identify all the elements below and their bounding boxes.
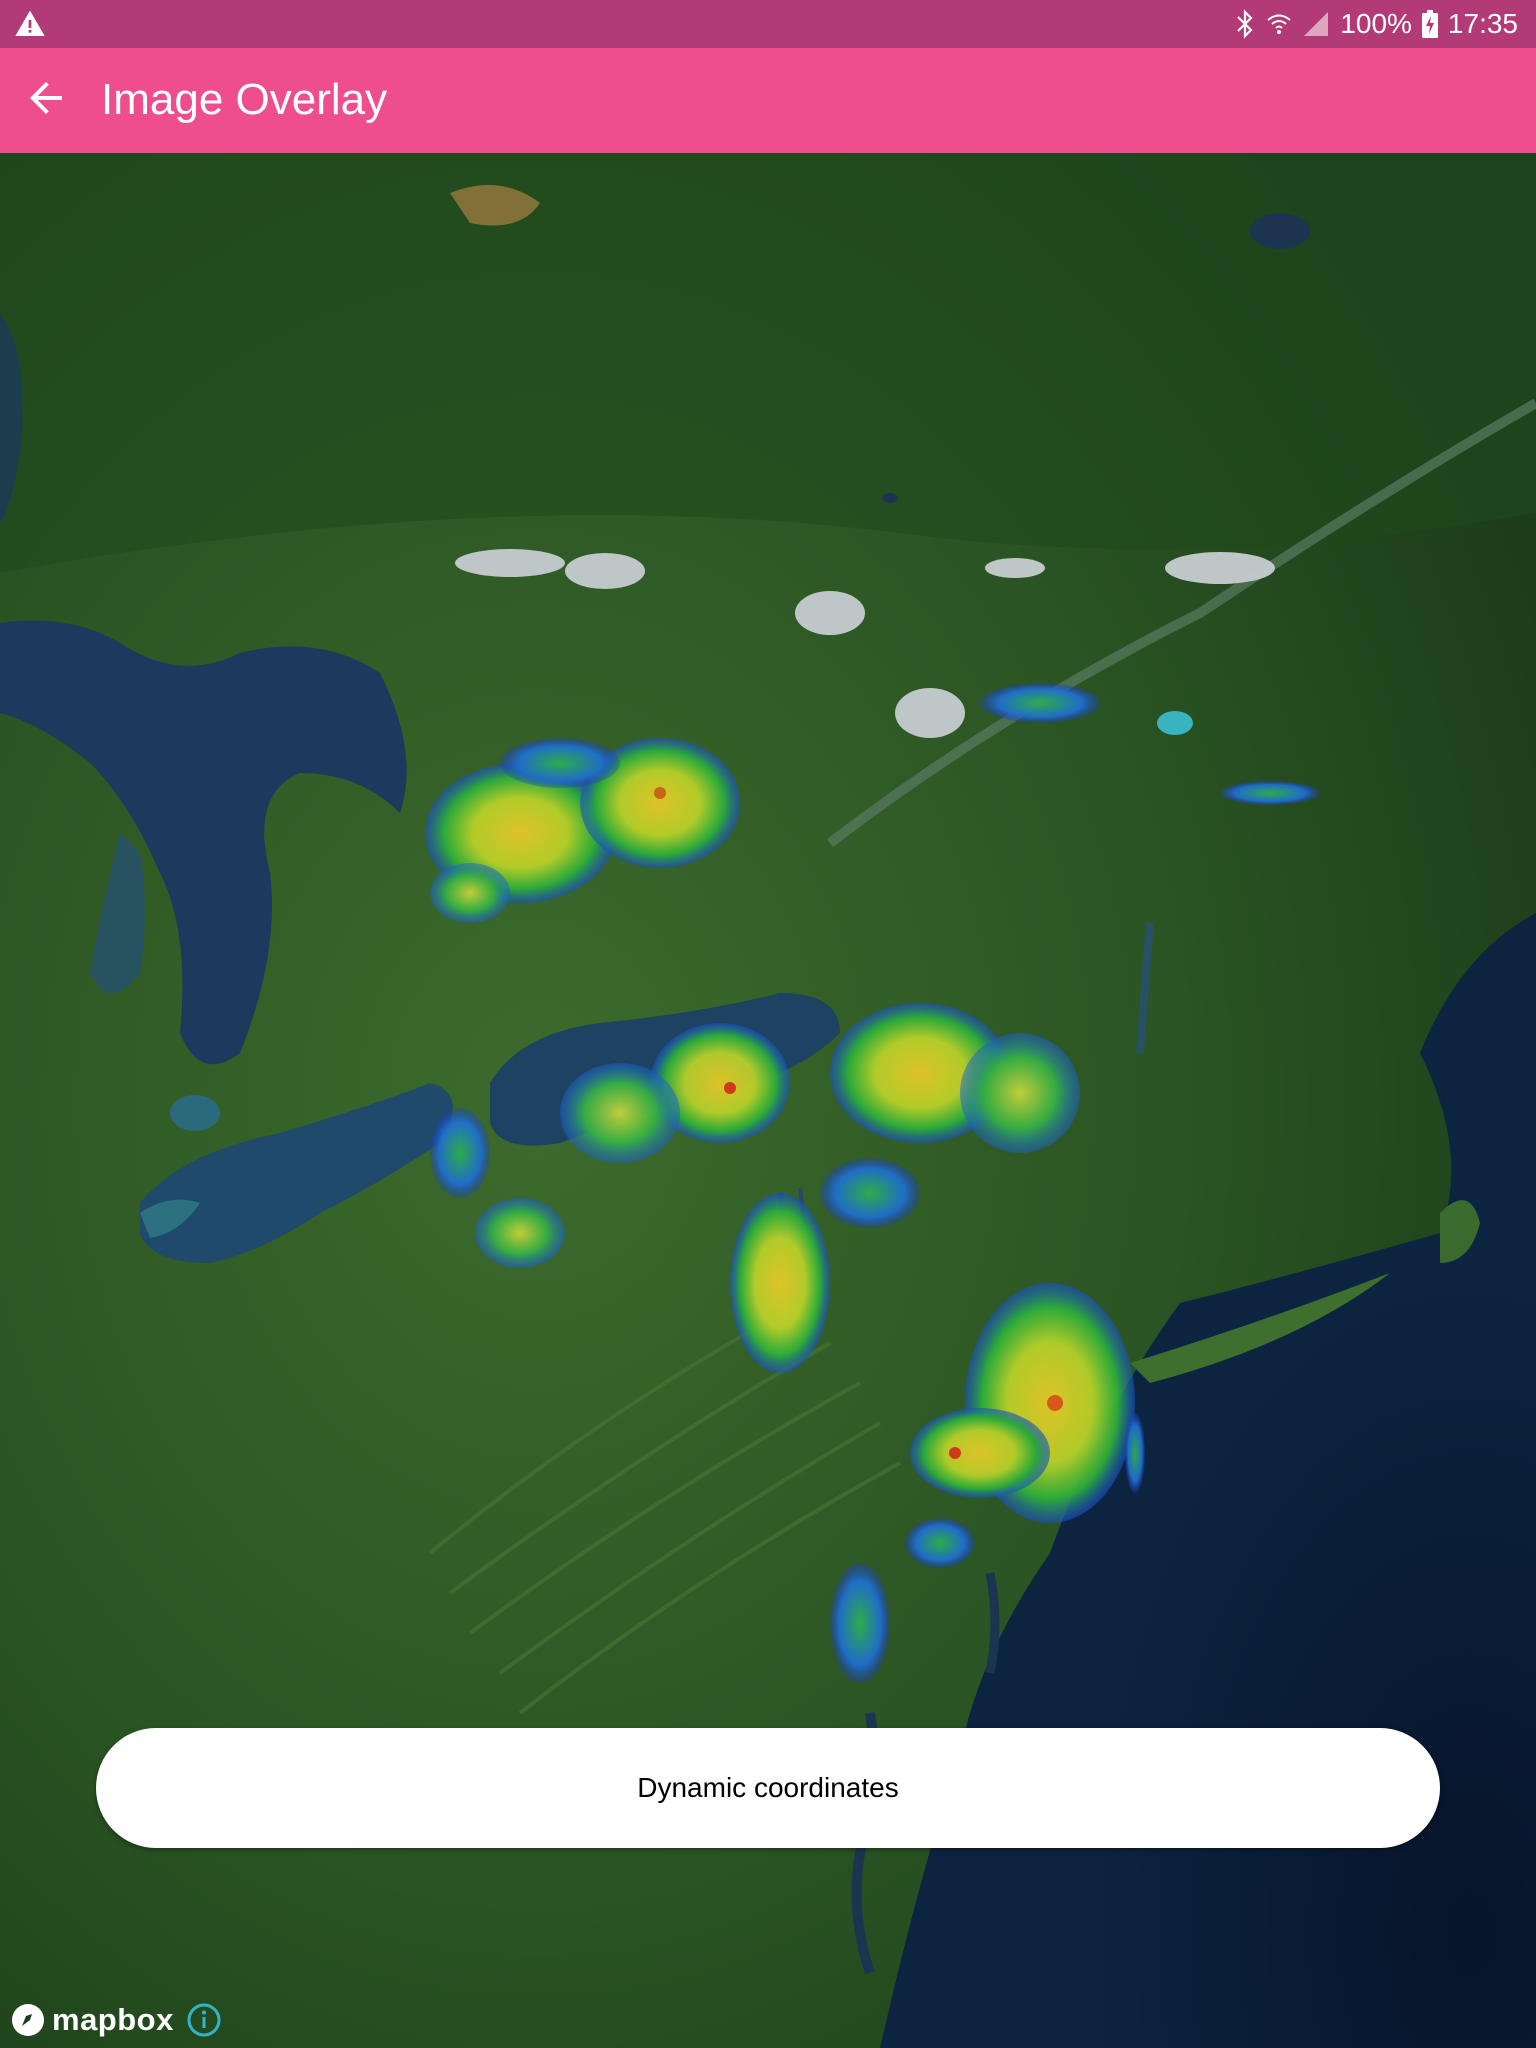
app-bar: Image Overlay <box>0 48 1536 153</box>
mapbox-wordmark: mapbox <box>52 2002 174 2037</box>
wifi-icon <box>1267 14 1291 34</box>
clock: 17:35 <box>1447 8 1518 39</box>
status-bar: 100% 17:35 <box>0 0 1536 48</box>
cell-signal-icon <box>1304 12 1329 36</box>
warning-icon <box>15 10 45 36</box>
mapbox-logo[interactable]: mapbox <box>10 2000 174 2040</box>
battery-charging-icon <box>1421 10 1438 38</box>
status-indicators: 100% 17:35 <box>1234 0 1518 48</box>
page-title: Image Overlay <box>101 75 388 124</box>
arrow-back-icon[interactable] <box>22 74 70 122</box>
mapbox-mark-icon <box>12 2004 44 2036</box>
dynamic-coordinates-label: Dynamic coordinates <box>637 1772 899 1803</box>
info-icon[interactable] <box>186 2002 222 2038</box>
battery-percent: 100% <box>1340 8 1412 39</box>
dynamic-coordinates-button[interactable]: Dynamic coordinates <box>96 1728 1440 1848</box>
bluetooth-icon <box>1237 9 1253 39</box>
